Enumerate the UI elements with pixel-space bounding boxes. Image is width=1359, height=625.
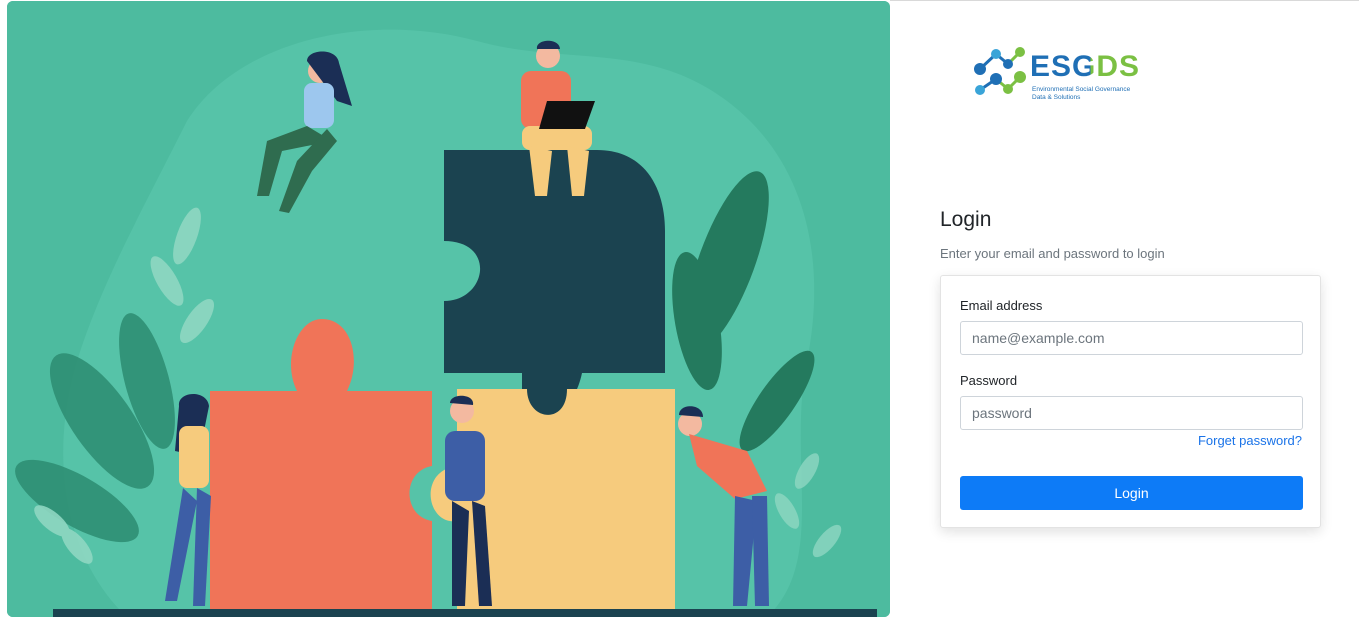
login-form-card: Email address Password Forget password? …	[940, 275, 1321, 528]
password-input[interactable]	[960, 396, 1303, 430]
password-label: Password	[960, 373, 1018, 388]
login-subtitle: Enter your email and password to login	[940, 246, 1165, 261]
teamwork-puzzle-illustration	[7, 1, 890, 617]
logo-tagline-2: Data & Solutions	[1032, 94, 1081, 101]
login-title: Login	[940, 208, 992, 231]
hero-illustration	[7, 1, 890, 617]
email-label: Email address	[960, 298, 1043, 313]
email-input[interactable]	[960, 321, 1303, 355]
esgds-logo: ESGDS Environmental Social Governance Da…	[968, 42, 1158, 106]
logo-wordmark-text: ESGDS	[1030, 50, 1141, 83]
top-divider	[890, 0, 1359, 1]
login-button[interactable]: Login	[960, 476, 1303, 510]
logo-tagline-1: Environmental Social Governance	[1032, 86, 1131, 93]
logo-wordmark: ESGDS	[1030, 50, 1140, 84]
forget-password-link[interactable]: Forget password?	[1198, 433, 1302, 448]
